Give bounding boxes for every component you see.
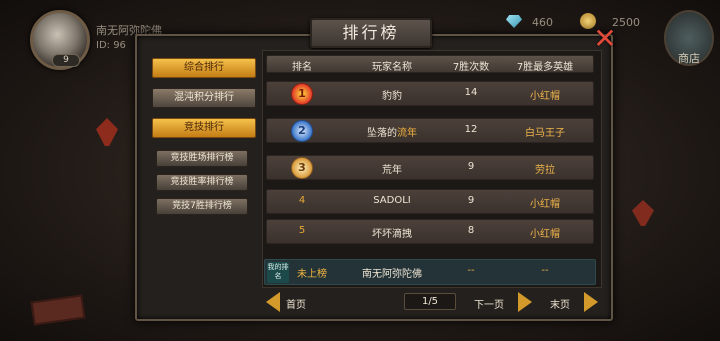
silver-medal-icon: 2 — [291, 120, 313, 142]
row-player-name: 坠落的流年 — [337, 124, 447, 139]
gold-medal-icon: 1 — [291, 83, 313, 105]
first-page-arrow-icon[interactable] — [266, 292, 280, 312]
header-player-name: 玩家名称 — [372, 62, 412, 73]
row-wins: 8 — [467, 225, 475, 236]
table-row[interactable]: 4 SADOLI 9 小红帽 — [266, 189, 594, 214]
table-row[interactable]: 1 豹豹 14 小红帽 — [266, 81, 594, 106]
row-player-name: SADOLI — [373, 195, 411, 206]
header-top-hero: 7胜最多英雄 — [516, 62, 574, 73]
row-player-name-prefix: 坠落的 — [367, 128, 397, 139]
subtab-arena-wins[interactable]: 竞技胜场排行榜 — [156, 150, 248, 167]
butterfly-decoration — [96, 118, 118, 146]
signpost-decoration — [30, 294, 86, 326]
my-rank-value: 未上榜 — [297, 269, 327, 280]
next-page-button[interactable]: 下一页 — [474, 296, 504, 311]
table-row[interactable]: 5 坏坏滴拽 8 小红帽 — [266, 219, 594, 244]
row-wins: 12 — [464, 124, 478, 135]
gem-count: 460 — [532, 16, 553, 29]
row-player-name-highlight: 流年 — [397, 128, 417, 139]
row-player-name: 荒年 — [382, 165, 402, 176]
player-id: ID: 96 — [96, 40, 126, 51]
row-player-name: 坏坏滴拽 — [372, 229, 412, 240]
row-hero: 劳拉 — [535, 165, 555, 176]
my-wins: -- — [467, 265, 475, 276]
table-row[interactable]: 2 坠落的流年 12 白马王子 — [266, 118, 594, 143]
tab-overall-ranking[interactable]: 综合排行 — [152, 58, 256, 78]
row-rank: 5 — [298, 225, 306, 236]
last-page-button[interactable]: 末页 — [550, 296, 570, 311]
row-wins: 14 — [464, 87, 478, 98]
gem-icon — [506, 15, 522, 28]
table-row[interactable]: 3 荒年 9 劳拉 — [266, 155, 594, 180]
row-player-name: 豹豹 — [382, 91, 402, 102]
row-hero: 白马王子 — [525, 128, 565, 139]
page-indicator: 1/5 — [404, 293, 456, 310]
panel-title: 排行榜 — [310, 18, 432, 48]
shop-label: 商店 — [678, 52, 700, 65]
subtab-arena-7-wins[interactable]: 竞技7胜排行榜 — [156, 198, 248, 215]
header-7-wins: 7胜次数 — [452, 62, 490, 73]
butterfly-decoration — [632, 200, 654, 226]
row-hero: 小红帽 — [530, 199, 560, 210]
tab-arena-ranking[interactable]: 竞技排行 — [152, 118, 256, 138]
my-rank-tag: 我的排名 — [267, 262, 289, 283]
last-page-arrow-icon[interactable] — [584, 292, 598, 312]
my-player-name: 南无阿弥陀佛 — [362, 269, 422, 280]
my-hero: -- — [541, 265, 549, 276]
next-page-arrow-icon[interactable] — [518, 292, 532, 312]
first-page-button[interactable]: 首页 — [286, 296, 306, 311]
subtab-arena-win-rate[interactable]: 竞技胜率排行榜 — [156, 174, 248, 191]
my-rank-row: 我的排名 未上榜 南无阿弥陀佛 -- -- — [264, 259, 596, 285]
table-header: 排名 玩家名称 7胜次数 7胜最多英雄 — [266, 55, 594, 73]
row-hero: 小红帽 — [530, 229, 560, 240]
close-icon[interactable]: ✕ — [592, 25, 618, 53]
player-level-badge: 9 — [52, 54, 80, 67]
row-wins: 9 — [467, 195, 475, 206]
row-hero: 小红帽 — [530, 91, 560, 102]
tab-chaos-points-ranking[interactable]: 混沌积分排行 — [152, 88, 256, 108]
header-rank: 排名 — [292, 62, 312, 73]
bronze-medal-icon: 3 — [291, 157, 313, 179]
row-rank: 4 — [298, 195, 306, 206]
row-wins: 9 — [467, 161, 475, 172]
